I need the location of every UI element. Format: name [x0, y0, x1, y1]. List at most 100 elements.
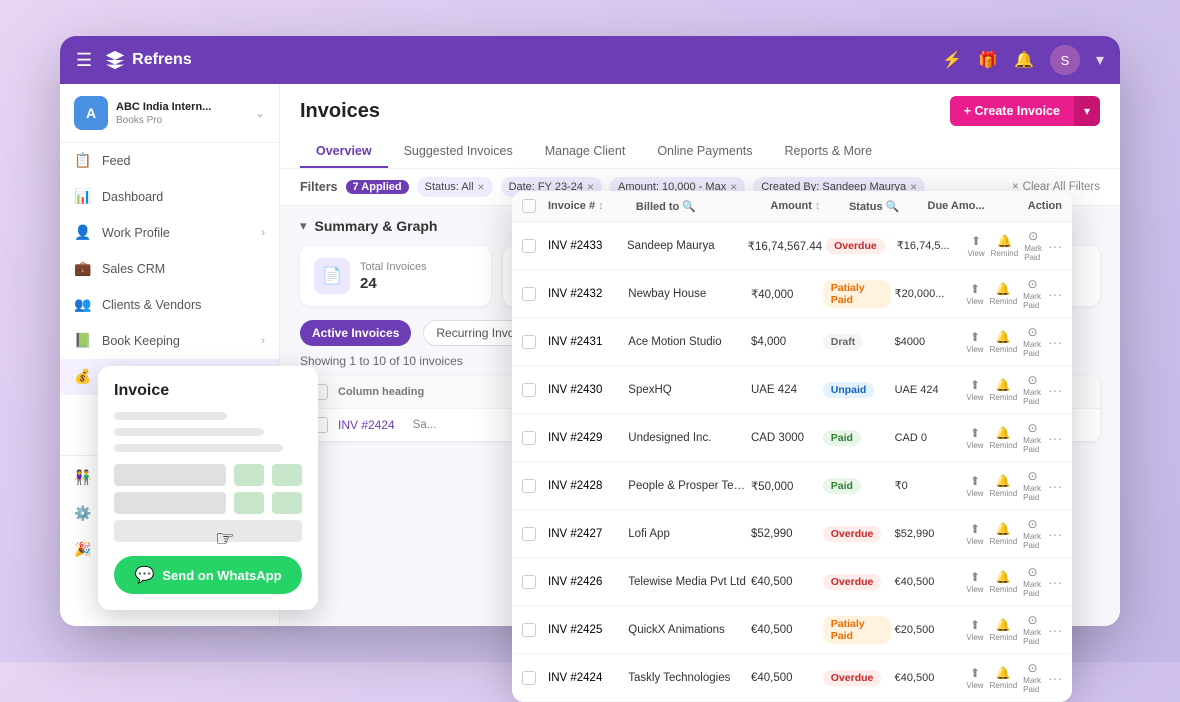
more-actions-icon[interactable]: ···: [1048, 334, 1062, 350]
more-actions-icon[interactable]: ···: [1048, 238, 1062, 254]
sidebar-item-sales-crm[interactable]: 💼 Sales CRM: [60, 251, 279, 287]
more-actions-icon[interactable]: ···: [1048, 286, 1062, 302]
create-invoice-dropdown-button[interactable]: ▾: [1074, 96, 1100, 126]
mark-paid-icon[interactable]: ⊙: [1028, 373, 1038, 387]
view-action[interactable]: ⬆ View: [966, 474, 983, 498]
mark-paid-action[interactable]: ⊙ Mark Paid: [1023, 373, 1042, 406]
remind-icon[interactable]: 🔔: [996, 618, 1011, 632]
sidebar-item-clients-vendors[interactable]: 👥 Clients & Vendors: [60, 287, 279, 323]
mark-paid-icon[interactable]: ⊙: [1028, 469, 1038, 483]
mark-paid-icon[interactable]: ⊙: [1028, 229, 1038, 243]
mark-paid-icon[interactable]: ⊙: [1028, 661, 1038, 675]
summary-chevron-icon[interactable]: ▾: [300, 218, 307, 234]
invoice-id-link[interactable]: INV #2433: [548, 240, 623, 252]
mark-paid-action[interactable]: ⊙ Mark Paid: [1023, 661, 1042, 694]
hamburger-menu[interactable]: ☰: [76, 50, 92, 71]
bell-icon[interactable]: 🔔: [1014, 50, 1034, 70]
view-icon[interactable]: ⬆: [970, 282, 980, 296]
mark-paid-action[interactable]: ⊙ Mark Paid: [1023, 469, 1042, 502]
mark-paid-icon[interactable]: ⊙: [1028, 421, 1038, 435]
view-icon[interactable]: ⬆: [970, 570, 980, 584]
view-action[interactable]: ⬆ View: [966, 570, 983, 594]
view-action[interactable]: ⬆ View: [966, 522, 983, 546]
filter-chip-status-close-icon[interactable]: ×: [478, 180, 485, 194]
row-checkbox[interactable]: [522, 527, 536, 541]
view-icon[interactable]: ⬆: [970, 474, 980, 488]
mark-paid-action[interactable]: ⊙ Mark Paid: [1023, 613, 1042, 646]
active-invoices-tab[interactable]: Active Invoices: [300, 320, 411, 346]
view-icon[interactable]: ⬆: [970, 330, 980, 344]
remind-icon[interactable]: 🔔: [996, 474, 1011, 488]
remind-icon[interactable]: 🔔: [996, 426, 1011, 440]
view-icon[interactable]: ⬆: [970, 378, 980, 392]
sidebar-item-work-profile[interactable]: 👤 Work Profile ›: [60, 215, 279, 251]
view-icon[interactable]: ⬆: [970, 666, 980, 680]
table-header-checkbox[interactable]: [522, 199, 536, 213]
mark-paid-icon[interactable]: ⊙: [1028, 517, 1038, 531]
more-actions-icon[interactable]: ···: [1048, 478, 1062, 494]
tab-manage-client[interactable]: Manage Client: [529, 136, 642, 168]
more-actions-icon[interactable]: ···: [1048, 670, 1062, 686]
remind-icon[interactable]: 🔔: [996, 666, 1011, 680]
tab-reports[interactable]: Reports & More: [769, 136, 889, 168]
sidebar-item-feed[interactable]: 📋 Feed: [60, 143, 279, 179]
row-checkbox[interactable]: [522, 671, 536, 685]
remind-action[interactable]: 🔔 Remind: [990, 282, 1018, 306]
gift-icon[interactable]: 🎁: [978, 50, 998, 70]
mark-paid-icon[interactable]: ⊙: [1028, 325, 1038, 339]
view-action[interactable]: ⬆ View: [967, 234, 984, 258]
invoice-id-link[interactable]: INV #2431: [548, 336, 624, 348]
row-checkbox[interactable]: [522, 479, 536, 493]
remind-action[interactable]: 🔔 Remind: [990, 330, 1018, 354]
row-checkbox[interactable]: [522, 575, 536, 589]
view-icon[interactable]: ⬆: [971, 234, 981, 248]
remind-action[interactable]: 🔔 Remind: [991, 234, 1019, 258]
create-invoice-button[interactable]: + Create Invoice: [950, 96, 1074, 126]
bolt-icon[interactable]: ⚡: [942, 50, 962, 70]
view-action[interactable]: ⬆ View: [966, 426, 983, 450]
remind-icon[interactable]: 🔔: [996, 378, 1011, 392]
view-action[interactable]: ⬆ View: [966, 330, 983, 354]
mark-paid-action[interactable]: ⊙ Mark Paid: [1023, 517, 1042, 550]
invoice-id-link[interactable]: INV #2427: [548, 528, 624, 540]
more-actions-icon[interactable]: ···: [1048, 526, 1062, 542]
row-checkbox[interactable]: [522, 383, 536, 397]
remind-icon[interactable]: 🔔: [996, 330, 1011, 344]
send-on-whatsapp-button[interactable]: 💬 Send on WhatsApp: [114, 556, 302, 594]
invoice-link[interactable]: INV #2424: [338, 418, 395, 432]
mark-paid-action[interactable]: ⊙ Mark Paid: [1023, 277, 1042, 310]
remind-action[interactable]: 🔔 Remind: [990, 618, 1018, 642]
tab-overview[interactable]: Overview: [300, 136, 388, 168]
mark-paid-icon[interactable]: ⊙: [1028, 613, 1038, 627]
row-checkbox[interactable]: [522, 623, 536, 637]
view-icon[interactable]: ⬆: [970, 522, 980, 536]
remind-action[interactable]: 🔔 Remind: [990, 570, 1018, 594]
row-checkbox[interactable]: [522, 287, 536, 301]
mark-paid-action[interactable]: ⊙ Mark Paid: [1023, 421, 1042, 454]
remind-action[interactable]: 🔔 Remind: [990, 378, 1018, 402]
row-checkbox[interactable]: [522, 431, 536, 445]
invoice-id-link[interactable]: INV #2425: [548, 624, 624, 636]
user-chevron-icon[interactable]: ▾: [1096, 50, 1104, 70]
mark-paid-action[interactable]: ⊙ Mark Paid: [1023, 565, 1042, 598]
more-actions-icon[interactable]: ···: [1048, 382, 1062, 398]
more-actions-icon[interactable]: ···: [1048, 622, 1062, 638]
mark-paid-icon[interactable]: ⊙: [1028, 277, 1038, 291]
view-action[interactable]: ⬆ View: [966, 666, 983, 690]
remind-icon[interactable]: 🔔: [996, 522, 1011, 536]
view-icon[interactable]: ⬆: [970, 618, 980, 632]
view-action[interactable]: ⬆ View: [966, 378, 983, 402]
remind-action[interactable]: 🔔 Remind: [990, 474, 1018, 498]
remind-icon[interactable]: 🔔: [996, 282, 1011, 296]
tab-suggested-invoices[interactable]: Suggested Invoices: [388, 136, 529, 168]
mark-paid-icon[interactable]: ⊙: [1028, 565, 1038, 579]
filter-chip-status[interactable]: Status: All ×: [417, 177, 493, 197]
company-selector[interactable]: A ABC India Intern... Books Pro ⌄: [60, 84, 279, 143]
invoice-id-link[interactable]: INV #2429: [548, 432, 624, 444]
more-actions-icon[interactable]: ···: [1048, 574, 1062, 590]
mark-paid-action[interactable]: ⊙ Mark Paid: [1024, 229, 1042, 262]
sidebar-item-book-keeping[interactable]: 📗 Book Keeping ›: [60, 323, 279, 359]
sidebar-item-dashboard[interactable]: 📊 Dashboard: [60, 179, 279, 215]
remind-action[interactable]: 🔔 Remind: [990, 666, 1018, 690]
view-action[interactable]: ⬆ View: [966, 282, 983, 306]
